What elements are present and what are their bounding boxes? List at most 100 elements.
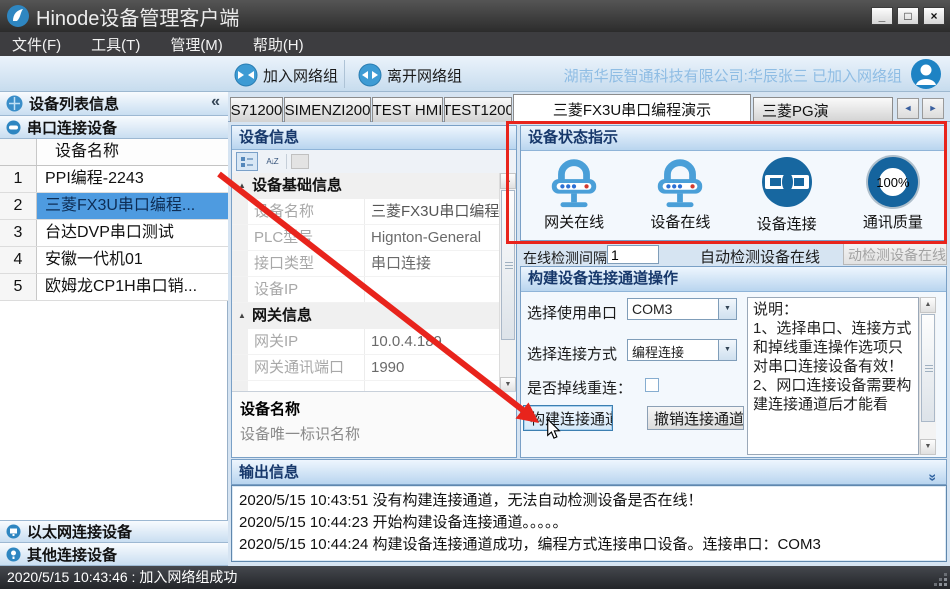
table-row[interactable]: 4 安徽一代机01: [0, 247, 228, 274]
device-status-panel: 设备状态指示 网关在线: [520, 125, 947, 241]
property-row[interactable]: PLC型号Hignton-General: [232, 225, 499, 251]
log-line: 2020/5/15 10:44:24 构建设备连接通道成功，编程方式连接串口设备…: [239, 534, 939, 556]
device-name-column-header[interactable]: 设备名称: [37, 139, 228, 165]
close-button[interactable]: ×: [923, 7, 945, 25]
device-status-title: 设备状态指示: [521, 126, 946, 151]
leave-network-label: 离开网络组: [387, 65, 462, 86]
output-title: 输出信息: [239, 464, 299, 481]
scroll-down-icon[interactable]: ▼: [920, 439, 936, 455]
tab-mitsubishi-fx3u-active[interactable]: 三菱FX3U串口编程演示: [513, 94, 751, 123]
ethernet-device-group[interactable]: 以太网连接设备: [0, 520, 228, 543]
instruction-note: 说明： 1、选择串口、连接方式和掉线重连操作选项只对串口连接设备有效！ 2、网口…: [747, 297, 919, 455]
gateway-online-indicator: 网关在线: [521, 151, 627, 240]
table-row[interactable]: 5 欧姆龙CP1H串口销...: [0, 274, 228, 301]
property-grid-toolbar: A↓Z: [232, 150, 516, 174]
auto-detect-button-disabled[interactable]: 动检测设备在线: [843, 243, 947, 265]
user-avatar-icon[interactable]: [910, 58, 942, 90]
menu-bar: 文件(F) 工具(T) 管理(M) 帮助(H): [0, 32, 950, 56]
output-panel-header: 输出信息 »: [231, 459, 947, 485]
property-grid-scrollbar[interactable]: ▲ ▼: [499, 173, 516, 393]
join-network-label: 加入网络组: [263, 65, 338, 86]
tab-s71200[interactable]: S71200: [230, 97, 283, 122]
join-network-icon: [234, 63, 258, 87]
sidebar-title: 设备列表信息: [29, 93, 119, 114]
alphabetical-sort-icon[interactable]: A↓Z: [262, 153, 282, 170]
serial-port-select[interactable]: COM3 ▼: [627, 298, 737, 320]
device-table-header: 设备名称: [0, 139, 228, 166]
serial-device-group[interactable]: 串口连接设备: [0, 116, 228, 139]
property-grid: ▲ 设备基础信息 设备名称三菱FX3U串口编程 PLC型号Hignton-Gen…: [232, 173, 516, 393]
quality-percent: 100%: [869, 175, 917, 190]
connect-mode-label: 选择连接方式: [527, 343, 617, 364]
table-row[interactable]: 3 台达DVP串口测试: [0, 220, 228, 247]
output-collapse-icon[interactable]: »: [921, 474, 946, 480]
connect-mode-select[interactable]: 编程连接 ▼: [627, 339, 737, 361]
comm-quality-indicator: 100% 通讯质量: [840, 151, 946, 240]
join-network-button[interactable]: 加入网络组: [228, 61, 344, 89]
gateway-online-label: 网关在线: [544, 211, 604, 232]
company-status-text: 湖南华辰智通科技有限公司:华辰张三 已加入网络组: [564, 65, 902, 86]
property-row[interactable]: 设备IP: [232, 277, 499, 303]
tab-test1200[interactable]: TEST1200: [444, 97, 512, 122]
serial-device-icon: [6, 120, 21, 135]
main-toolbar: 加入网络组 离开网络组 湖南华辰智通科技有限公司:华辰张三 已加入网络组: [0, 56, 950, 92]
comm-quality-label: 通讯质量: [863, 211, 923, 232]
destroy-channel-button[interactable]: 撤销连接通道: [647, 406, 744, 430]
ethernet-group-label: 以太网连接设备: [27, 521, 132, 542]
tab-scroll-left-icon[interactable]: ◄: [897, 98, 919, 119]
build-channel-button[interactable]: 构建连接通道: [523, 405, 613, 431]
device-connect-icon: [761, 156, 813, 212]
other-device-group[interactable]: 其他连接设备: [0, 543, 228, 566]
tab-mitsubishi-pg-clipped[interactable]: 三菱PG演: [753, 97, 893, 122]
tab-test-hmi[interactable]: TEST HMI: [372, 97, 443, 122]
scroll-up-icon[interactable]: ▲: [920, 297, 936, 313]
dropdown-arrow-icon[interactable]: ▼: [718, 340, 736, 360]
dropdown-arrow-icon[interactable]: ▼: [718, 299, 736, 319]
table-row[interactable]: 1 PPI编程-2243: [0, 166, 228, 193]
scrollbar-thumb[interactable]: [501, 190, 515, 340]
sidebar-header[interactable]: 设备列表信息 «: [0, 92, 228, 116]
serial-port-label: 选择使用串口: [527, 302, 617, 323]
device-online-icon: [652, 154, 708, 210]
toolbar-separator: [344, 60, 345, 88]
sidebar-collapse-icon[interactable]: «: [211, 93, 220, 111]
property-row[interactable]: 网关IP10.0.4.189: [232, 329, 499, 355]
menu-manage[interactable]: 管理(M): [170, 34, 223, 55]
device-connect-label: 设备连接: [757, 213, 817, 234]
menu-tools[interactable]: 工具(T): [91, 34, 140, 55]
note-scrollbar[interactable]: ▲ ▼: [919, 297, 936, 455]
category-expanded-icon: ▲: [238, 173, 246, 198]
table-row-selected[interactable]: 2 三菱FX3U串口编程...: [0, 193, 228, 220]
tab-simenzi200[interactable]: SIMENZI200: [284, 97, 371, 122]
property-row[interactable]: 设备名称三菱FX3U串口编程: [232, 199, 499, 225]
property-desc-title: 设备名称: [240, 398, 508, 419]
reconnect-label: 是否掉线重连：: [527, 377, 632, 398]
interval-input[interactable]: [607, 245, 659, 264]
ethernet-device-icon: [6, 524, 21, 539]
serial-port-value: COM3: [628, 299, 718, 319]
other-group-label: 其他连接设备: [27, 544, 117, 565]
category-expanded-icon: ▲: [238, 303, 246, 328]
categorized-view-icon[interactable]: [236, 152, 258, 171]
status-indicators: 网关在线 设备在线: [521, 151, 946, 240]
resize-grip[interactable]: [944, 583, 947, 586]
property-pages-icon[interactable]: [291, 154, 309, 169]
tab-scroll-right-icon[interactable]: ►: [922, 98, 944, 119]
property-row[interactable]: 接口类型串口连接: [232, 251, 499, 277]
leave-network-button[interactable]: 离开网络组: [352, 61, 468, 89]
scroll-up-icon[interactable]: ▲: [500, 173, 516, 189]
app-logo-icon: [6, 4, 30, 28]
property-desc-text: 设备唯一标识名称: [240, 423, 508, 444]
menu-help[interactable]: 帮助(H): [253, 34, 304, 55]
category-basic-info[interactable]: ▲ 设备基础信息: [232, 173, 499, 199]
property-row[interactable]: 网关通讯端口1990: [232, 355, 499, 381]
menu-file[interactable]: 文件(F): [12, 34, 61, 55]
device-online-indicator: 设备在线: [627, 151, 733, 240]
build-channel-title: 构建设备连接通道操作: [521, 267, 946, 292]
reconnect-checkbox[interactable]: [645, 378, 659, 392]
scrollbar-thumb[interactable]: [921, 314, 935, 422]
log-line: 2020/5/15 10:44:23 开始构建设备连接通道。。。。。: [239, 512, 939, 534]
category-gateway-info[interactable]: ▲ 网关信息: [232, 303, 499, 329]
minimize-button[interactable]: _: [871, 7, 893, 25]
maximize-button[interactable]: □: [897, 7, 919, 25]
